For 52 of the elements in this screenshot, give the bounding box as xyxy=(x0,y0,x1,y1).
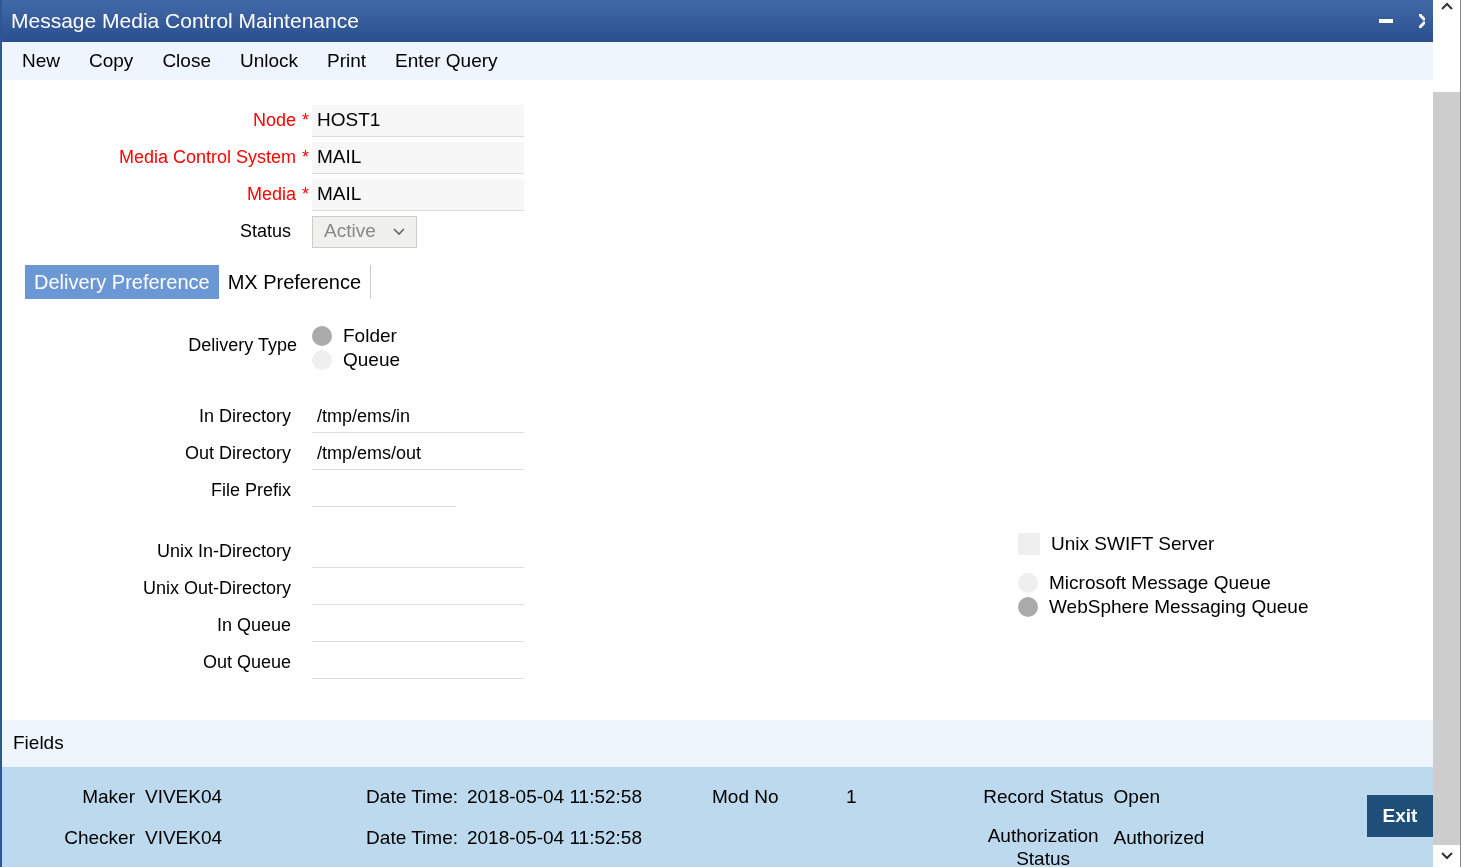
arrow-down-icon[interactable] xyxy=(1440,852,1453,860)
audit-value: VIVEK04 xyxy=(145,785,223,809)
field-label: File Prefix xyxy=(211,479,291,502)
audit-label: Authorization Status xyxy=(986,823,1100,867)
audit-value: 1 xyxy=(846,785,857,809)
field-label: Media Control System xyxy=(118,146,296,169)
field-label: Node xyxy=(252,109,296,132)
radio-button[interactable] xyxy=(312,326,332,346)
radio-label: Queue xyxy=(343,347,401,372)
field-label: Out Directory xyxy=(184,442,291,465)
field-label: In Directory xyxy=(198,405,291,428)
radio-label: Microsoft Message Queue xyxy=(1049,570,1271,595)
field-label: Media xyxy=(246,183,296,206)
chevron-down-icon xyxy=(393,227,405,236)
checkbox-label: Unix SWIFT Server xyxy=(1051,531,1215,556)
required-mark: * xyxy=(302,109,309,132)
toolbar-button[interactable]: Copy xyxy=(89,46,134,76)
radio-label: Folder xyxy=(343,323,397,348)
field-label: Unix In-Directory xyxy=(156,540,291,563)
minimize-icon[interactable] xyxy=(1379,19,1393,23)
audit-label: Date Time: xyxy=(366,825,458,850)
radio-button[interactable] xyxy=(1018,597,1038,617)
field-label: Status xyxy=(239,220,291,243)
audit-label: Record Status xyxy=(982,785,1104,809)
field-label: In Queue xyxy=(216,614,291,637)
audit-label: Maker xyxy=(81,785,135,809)
arrow-up-icon[interactable] xyxy=(1440,2,1453,10)
window-title: Message Media Control Maintenance xyxy=(11,8,359,35)
required-mark: * xyxy=(302,146,309,169)
audit-value: 2018-05-04 11:52:58 xyxy=(467,825,642,850)
audit-label: Date Time: xyxy=(366,785,458,809)
text-field[interactable]: HOST1 xyxy=(312,104,524,137)
text-field[interactable]: MAIL xyxy=(312,178,524,211)
audit-value: Open xyxy=(1113,785,1162,809)
audit-label: Checker xyxy=(63,825,135,850)
toolbar-button[interactable]: Print xyxy=(327,46,367,76)
field-label: Out Queue xyxy=(202,651,291,674)
field-label: Delivery Type xyxy=(188,334,297,357)
field-label: Unix Out-Directory xyxy=(142,577,291,600)
required-mark: * xyxy=(302,183,309,206)
radio-label: WebSphere Messaging Queue xyxy=(1049,594,1309,619)
toolbar-button[interactable]: Close xyxy=(162,46,211,76)
audit-value: Authorized xyxy=(1113,825,1205,850)
toolbar-button[interactable]: Unlock xyxy=(239,46,299,76)
exit-button[interactable]: Exit xyxy=(1367,795,1433,837)
text-field[interactable]: MAIL xyxy=(312,141,524,174)
section-title: Fields xyxy=(13,731,64,756)
toolbar-button[interactable]: New xyxy=(22,46,60,76)
audit-value: 2018-05-04 11:52:58 xyxy=(467,785,642,809)
toolbar-button[interactable]: Enter Query xyxy=(395,46,498,76)
audit-value: VIVEK04 xyxy=(145,825,223,850)
audit-label: Mod No xyxy=(712,785,780,809)
